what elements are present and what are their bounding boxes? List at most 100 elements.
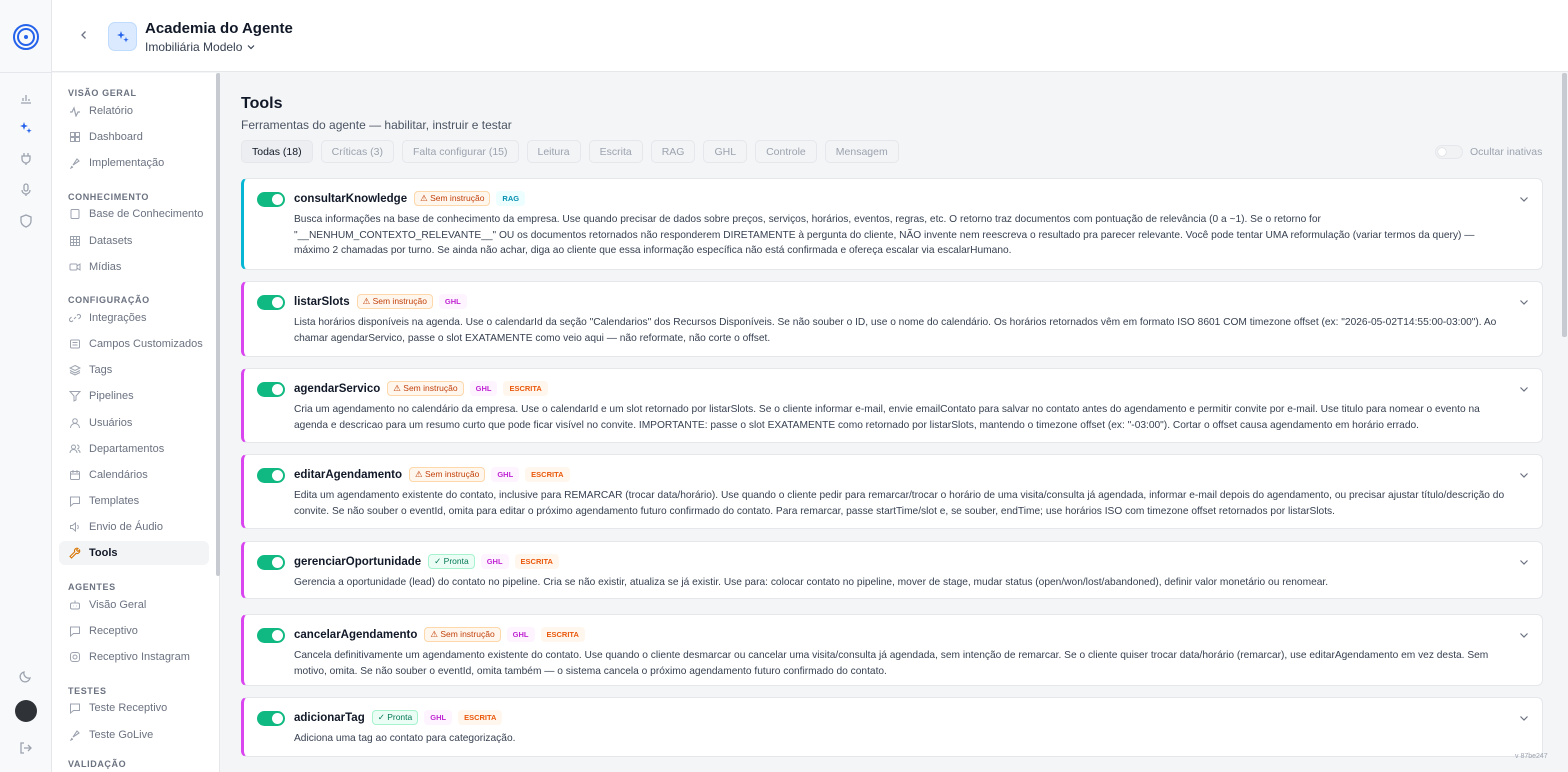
tool-card-header: gerenciarOportunidade ✓ Pronta GHL ESCRIT…: [294, 554, 559, 569]
tool-status-badge: ⚠ Sem instrução: [414, 191, 491, 206]
sidebar-section-title: CONHECIMENTO: [68, 192, 150, 202]
instagram-icon: [69, 651, 81, 663]
sidebar-item-templates[interactable]: Templates: [59, 489, 209, 513]
tool-description: Cria um agendamento no calendário da emp…: [294, 404, 1480, 431]
main-content: Tools Ferramentas do agente — habilitar,…: [221, 73, 1564, 772]
sidebar-item-tools[interactable]: Tools: [59, 541, 209, 565]
table-icon: [69, 235, 81, 247]
sidebar-item-label: Tools: [89, 547, 118, 559]
tool-card[interactable]: consultarKnowledge ⚠ Sem instrução RAG B…: [241, 178, 1543, 270]
filter-chip[interactable]: Leitura: [526, 140, 581, 163]
tool-enabled-toggle[interactable]: [257, 711, 285, 726]
tool-tag: GHL: [424, 710, 453, 725]
expand-chevron-icon[interactable]: [1518, 296, 1530, 308]
sidebar-item-label: Usuários: [89, 417, 133, 429]
filter-chip[interactable]: Críticas (3): [320, 140, 394, 163]
sidebar-item-tags[interactable]: Tags: [59, 358, 209, 382]
sidebar-item-implementacao[interactable]: Implementação: [59, 151, 209, 175]
filter-chip[interactable]: Falta configurar (15): [401, 140, 519, 163]
hide-inactive-switch[interactable]: [1435, 145, 1463, 159]
sidebar-item-integracoes[interactable]: Integrações: [59, 306, 209, 330]
message-icon: [69, 702, 81, 714]
moon-icon[interactable]: [16, 666, 36, 686]
workspace-selector[interactable]: Imobiliária Modelo: [145, 40, 255, 54]
filter-chip[interactable]: Escrita: [588, 140, 643, 163]
shield-icon[interactable]: [16, 211, 36, 231]
tool-name: listarSlots: [294, 295, 350, 308]
message-icon: [69, 625, 81, 637]
tool-enabled-toggle[interactable]: [257, 468, 285, 483]
tool-description: Busca informações na base de conheciment…: [294, 214, 1475, 256]
sidebar-item-label: Templates: [89, 495, 140, 507]
link-icon: [69, 312, 81, 324]
sidebar-item-label: Implementação: [89, 157, 165, 169]
sidebar-item-teste-golive[interactable]: Teste GoLive: [59, 723, 209, 747]
tool-card[interactable]: gerenciarOportunidade ✓ Pronta GHL ESCRIT…: [241, 541, 1543, 599]
hide-inactive-toggle[interactable]: Ocultar inativas: [1435, 145, 1542, 159]
tool-name: adicionarTag: [294, 711, 365, 724]
sidebar-item-dashboard[interactable]: Dashboard: [59, 125, 209, 149]
tool-enabled-toggle[interactable]: [257, 555, 285, 570]
tool-card-header: adicionarTag ✓ Pronta GHL ESCRITA: [294, 710, 503, 725]
tool-enabled-toggle[interactable]: [257, 628, 285, 643]
sidebar-item-teste-receptivo[interactable]: Teste Receptivo: [59, 696, 209, 720]
expand-chevron-icon[interactable]: [1518, 193, 1530, 205]
plug-icon[interactable]: [16, 149, 36, 169]
expand-chevron-icon[interactable]: [1518, 629, 1530, 641]
sparkles-icon[interactable]: [16, 118, 36, 138]
sidebar-item-label: Calendários: [89, 469, 148, 481]
sidebar-item-pipelines[interactable]: Pipelines: [59, 384, 209, 408]
sidebar-item-usuarios[interactable]: Usuários: [59, 411, 209, 435]
bot-icon: [69, 599, 81, 611]
expand-chevron-icon[interactable]: [1518, 556, 1530, 568]
tool-card[interactable]: editarAgendamento ⚠ Sem instrução GHL ESC…: [241, 454, 1543, 529]
sidebar-item-datasets[interactable]: Datasets: [59, 229, 209, 253]
tool-status-badge: ⚠ Sem instrução: [424, 627, 501, 642]
mic-icon[interactable]: [16, 180, 36, 200]
filter-chip[interactable]: Todas (18): [241, 140, 313, 163]
tool-card[interactable]: cancelarAgendamento ⚠ Sem instrução GHL E…: [241, 614, 1543, 686]
tool-card[interactable]: listarSlots ⚠ Sem instrução GHL Lista ho…: [241, 281, 1543, 357]
sidebar-item-receptivo[interactable]: Receptivo: [59, 619, 209, 643]
filter-chip[interactable]: GHL: [703, 140, 748, 163]
users-icon: [69, 443, 81, 455]
main-scrollbar[interactable]: [1562, 73, 1567, 337]
calendar-icon: [69, 469, 81, 481]
tool-enabled-toggle[interactable]: [257, 382, 285, 397]
logout-icon[interactable]: [16, 738, 36, 758]
expand-chevron-icon[interactable]: [1518, 469, 1530, 481]
list-icon: [69, 338, 81, 350]
tool-enabled-toggle[interactable]: [257, 192, 285, 207]
filter-chip[interactable]: Controle: [755, 140, 817, 163]
tool-card-header: agendarServico ⚠ Sem instrução GHL ESCRIT…: [294, 381, 548, 396]
tool-status-badge: ⚠ Sem instrução: [356, 294, 433, 309]
sidebar-item-receptivo-instagram[interactable]: Receptivo Instagram: [59, 645, 209, 669]
tool-card[interactable]: agendarServico ⚠ Sem instrução GHL ESCRIT…: [241, 368, 1543, 443]
video-icon: [69, 261, 81, 273]
sidebar-scrollbar[interactable]: [216, 73, 220, 576]
sidebar-item-base-de-conhecimento[interactable]: Base de Conhecimento: [59, 202, 209, 226]
wrench-icon: [69, 547, 81, 559]
sidebar-item-envio-de-audio[interactable]: Envio de Áudio: [59, 515, 209, 539]
sidebar-item-campos-customizados[interactable]: Campos Customizados: [59, 332, 209, 356]
tool-card[interactable]: adicionarTag ✓ Pronta GHL ESCRITA Adicion…: [241, 697, 1543, 757]
user-avatar[interactable]: [15, 700, 37, 722]
sidebar-item-relatorio[interactable]: Relatório: [59, 99, 209, 123]
sidebar-item-departamentos[interactable]: Departamentos: [59, 437, 209, 461]
tool-enabled-toggle[interactable]: [257, 295, 285, 310]
expand-chevron-icon[interactable]: [1518, 383, 1530, 395]
sidebar-section-title: CONFIGURAÇÃO: [68, 295, 150, 305]
bar-chart-icon[interactable]: [16, 88, 36, 108]
filter-chip[interactable]: RAG: [650, 140, 696, 163]
filter-chip[interactable]: Mensagem: [824, 140, 899, 163]
layers-icon: [69, 364, 81, 376]
expand-chevron-icon[interactable]: [1518, 712, 1530, 724]
sidebar-item-visao-geral[interactable]: Visão Geral: [59, 593, 209, 617]
user-icon: [69, 417, 81, 429]
tool-tag: ESCRITA: [514, 554, 559, 569]
sidebar-item-midias[interactable]: Mídias: [59, 255, 209, 279]
back-chevron-icon[interactable]: [76, 27, 92, 43]
sidebar-item-calendarios[interactable]: Calendários: [59, 463, 209, 487]
tool-tag: GHL: [469, 381, 498, 396]
app-logo-icon[interactable]: [13, 24, 39, 50]
